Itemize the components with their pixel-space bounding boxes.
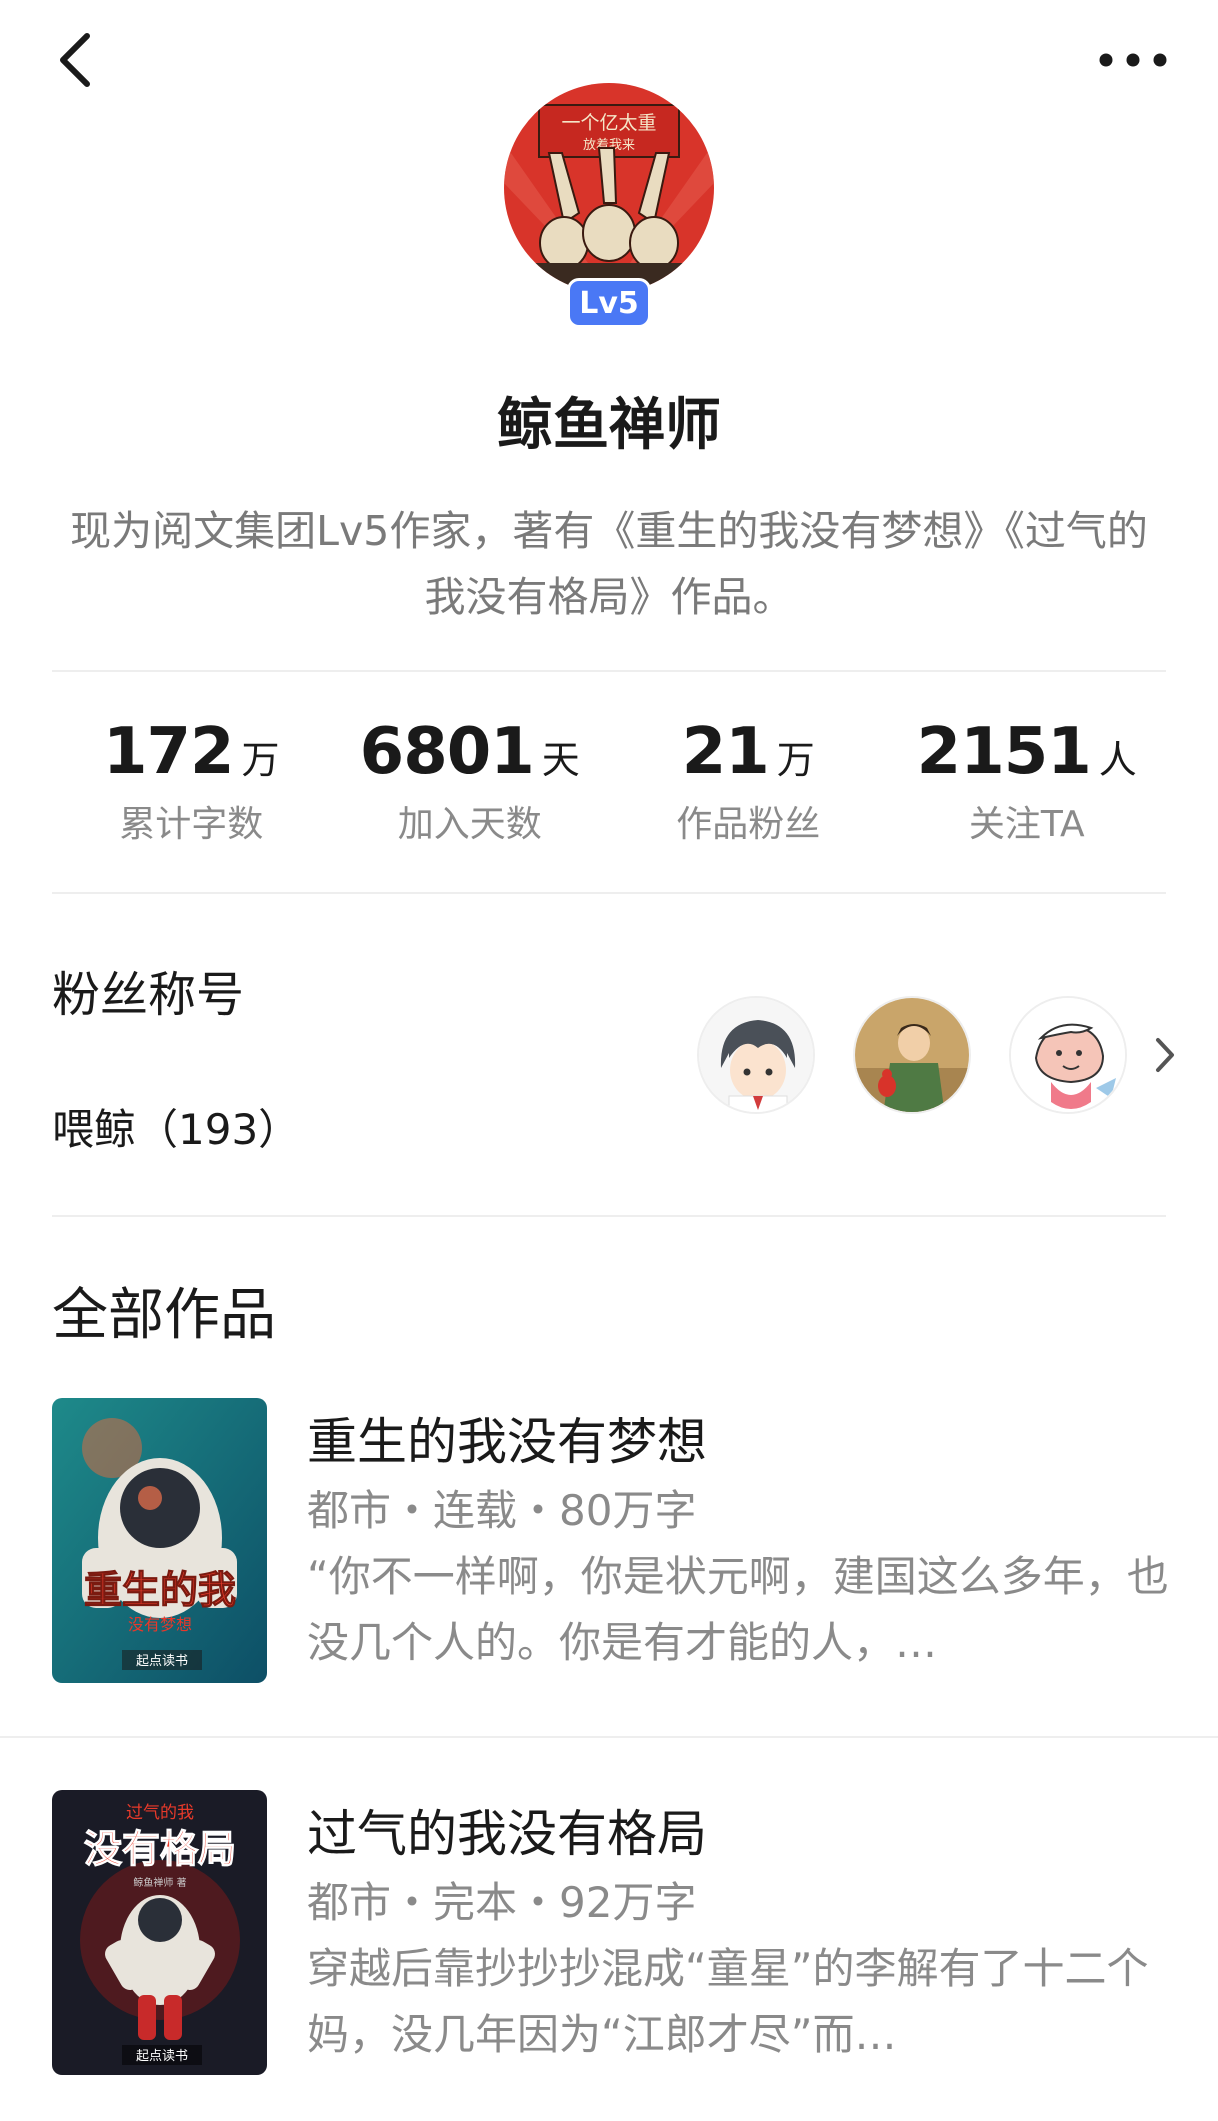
stats-row: 172 万 累计字数 6801 天 加入天数 21 万 作品粉丝 2151 人 …: [52, 715, 1166, 855]
stat-value: 2151: [916, 715, 1092, 789]
svg-text:重生的我: 重生的我: [84, 1568, 236, 1612]
fans-nickname: 喂鲸（193）: [52, 1105, 301, 1154]
stat-unit: 人: [1098, 738, 1137, 782]
fan-avatar[interactable]: [697, 996, 815, 1114]
divider: [52, 1215, 1166, 1217]
book-description: 穿越后靠抄抄抄混成“童星”的李解有了十二个妈，没几年因为“江郎才尽”而…: [307, 1944, 1149, 2059]
back-button[interactable]: [40, 20, 110, 100]
stat-value: 21: [681, 715, 770, 789]
more-button[interactable]: [1088, 20, 1178, 100]
svg-text:鲸鱼禅师 著: 鲸鱼禅师 著: [133, 1876, 186, 1889]
book-cover[interactable]: 重生的我 没有梦想 起点读书: [52, 1398, 267, 1683]
book-meta: 都市・连载・80万字: [307, 1486, 697, 1535]
stat-total-words[interactable]: 172 万 累计字数: [52, 715, 331, 855]
book-card[interactable]: 重生的我 没有梦想 起点读书 重生的我没有梦想 都市・连载・80万字 “你不一样…: [52, 1398, 1169, 1688]
more-horizontal-icon: [1099, 53, 1167, 67]
svg-text:过气的我: 过气的我: [126, 1803, 194, 1823]
chevron-right-icon[interactable]: [1145, 1025, 1185, 1085]
stat-label: 作品粉丝: [676, 804, 821, 845]
book-cover[interactable]: 过气的我 没有格局 鲸鱼禅师 著 起点读书: [52, 1790, 267, 2075]
book-card[interactable]: 过气的我 没有格局 鲸鱼禅师 著 起点读书 过气的我没有格局 都市・完本・92万…: [52, 1790, 1166, 2080]
book-title[interactable]: 重生的我没有梦想: [307, 1406, 1187, 1478]
fans-title-heading: 粉丝称号: [52, 967, 245, 1023]
stat-join-days[interactable]: 6801 天 加入天数: [331, 715, 610, 855]
svg-text:没有梦想: 没有梦想: [128, 1615, 192, 1634]
divider: [0, 1736, 1218, 1738]
level-badge: Lv5: [567, 278, 651, 328]
divider: [52, 892, 1166, 894]
stat-unit: 万: [776, 738, 815, 782]
author-avatar-wrapper: 一个亿太重 放着我来 Lv5: [504, 83, 714, 328]
fan-avatar[interactable]: [1009, 996, 1127, 1114]
book-description: “你不一样啊，你是状元啊，建国这么多年，也没几个人的。你是有才能的人，…: [307, 1552, 1169, 1667]
author-avatar[interactable]: 一个亿太重 放着我来: [504, 83, 714, 293]
stat-value: 172: [102, 715, 235, 789]
book-info: 过气的我没有格局 都市・完本・92万字 穿越后靠抄抄抄混成“童星”的李解有了十二…: [307, 1790, 1187, 2068]
chevron-left-icon: [60, 33, 90, 87]
works-title-heading: 全部作品: [52, 1283, 276, 1348]
stat-unit: 天: [541, 738, 580, 782]
fan-avatar[interactable]: [853, 996, 971, 1114]
fan-avatars[interactable]: [697, 995, 1185, 1115]
book-info: 重生的我没有梦想 都市・连载・80万字 “你不一样啊，你是状元啊，建国这么多年，…: [307, 1398, 1187, 1676]
stat-label: 累计字数: [119, 804, 264, 845]
svg-text:一个亿太重: 一个亿太重: [561, 112, 656, 134]
stat-label: 关注TA: [968, 804, 1085, 845]
stat-fans[interactable]: 21 万 作品粉丝: [609, 715, 888, 855]
stat-label: 加入天数: [397, 804, 542, 845]
divider: [52, 670, 1166, 672]
author-name: 鲸鱼禅师: [497, 393, 721, 458]
book-meta: 都市・完本・92万字: [307, 1878, 697, 1927]
stat-unit: 万: [241, 738, 280, 782]
stat-following[interactable]: 2151 人 关注TA: [888, 715, 1167, 855]
stat-value: 6801: [359, 715, 535, 789]
svg-text:起点读书: 起点读书: [136, 1654, 188, 1669]
svg-text:没有格局: 没有格局: [84, 1827, 236, 1871]
author-bio: 现为阅文集团Lv5作家，著有《重生的我没有梦想》《过气的我没有格局》作品。: [70, 507, 1148, 621]
svg-text:起点读书: 起点读书: [136, 2049, 188, 2064]
book-title[interactable]: 过气的我没有格局: [307, 1798, 1187, 1870]
